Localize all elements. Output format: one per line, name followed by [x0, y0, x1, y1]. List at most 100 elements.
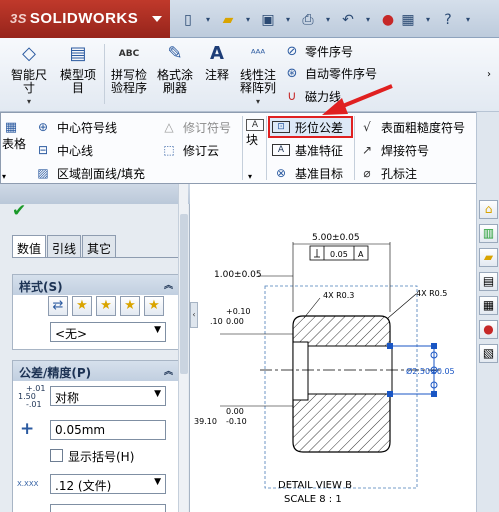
radius-note-2: 4X R0.5	[416, 289, 447, 298]
selection-handle[interactable]	[387, 343, 393, 349]
hole-callout-label: 孔标注	[381, 166, 418, 181]
selection-handle[interactable]	[431, 343, 437, 349]
collapse-arrow-icon[interactable]: ︽	[164, 364, 173, 377]
style-group-title: 样式(S)	[19, 280, 63, 294]
plus-value-input[interactable]: 0.05mm	[50, 420, 166, 440]
print-icon[interactable]: ⎙	[298, 11, 318, 29]
rebuild-traffic-light-icon[interactable]: ●	[378, 11, 398, 29]
help-dropdown-icon[interactable]: ▾	[458, 11, 478, 29]
options-dropdown-icon[interactable]: ▾	[418, 11, 438, 29]
show-parentheses-checkbox[interactable]	[50, 449, 63, 462]
area-hatch-icon: ▨	[37, 166, 49, 180]
save-style-icon[interactable]: ★	[120, 296, 140, 316]
tolerance-type-value: 对称	[55, 391, 80, 405]
drawing-canvas[interactable]: 5.00±0.05 0.05 A 1.00±0.05 4X R0.3 4X R0…	[190, 184, 476, 512]
centerline-icon: ⊟	[37, 143, 49, 157]
revision-cloud-icon: ⬚	[163, 143, 175, 157]
detail-view-drawing: 5.00±0.05 0.05 A 1.00±0.05 4X R0.3 4X R0…	[194, 233, 455, 505]
open-folder-icon[interactable]: ▰	[218, 11, 238, 29]
block-label: 块	[246, 133, 259, 147]
options-icon[interactable]: ▦	[398, 11, 418, 29]
smart-dimension-button[interactable]: ◇ 智能尺寸 ▾	[8, 42, 50, 108]
linear-note-pattern-button[interactable]: ᴬᴬᴬ 线性注释阵列 ▾	[236, 42, 280, 108]
ok-check-icon[interactable]: ✔	[12, 201, 26, 221]
datum-target-button[interactable]: ⊗ 基准目标	[272, 163, 343, 183]
undo-icon[interactable]: ↶	[338, 11, 358, 29]
quick-access-toolbar: ▯ ▾ ▰ ▾ ▣ ▾ ⎙ ▾ ↶ ▾ ● ▦ ▾ ? ▾	[178, 10, 478, 30]
tab-value[interactable]: 数值	[12, 235, 47, 257]
add-style-icon[interactable]: ★	[72, 296, 92, 316]
file-explorer-icon[interactable]: ▤	[479, 272, 498, 291]
tolerance-type-select[interactable]: 对称 ▼	[50, 386, 166, 406]
style-select[interactable]: <无> ▼	[50, 322, 166, 342]
center-mark-button[interactable]: ⊕ 中心符号线	[34, 117, 117, 137]
datum-feature-icon: A	[272, 144, 290, 156]
model-items-button[interactable]: ▤ 模型项目	[56, 42, 100, 95]
red-arrow-annotation	[322, 84, 393, 115]
tolerance-group-header[interactable]: 公差/精度(P) ︽	[13, 361, 179, 381]
load-style-icon[interactable]: ★	[144, 296, 164, 316]
area-hatch-button[interactable]: ▨ 区域剖面线/填充	[34, 163, 145, 183]
selection-handle[interactable]	[387, 391, 393, 397]
selection-handle[interactable]	[431, 391, 437, 397]
ribbon-scroll-right-icon[interactable]: ›	[482, 68, 496, 81]
help-icon[interactable]: ?	[438, 11, 458, 29]
scrollbar-thumb[interactable]	[180, 214, 188, 374]
table-button[interactable]: ▦ 表格	[2, 120, 26, 160]
left-top-dimension: 1.00±0.05	[214, 270, 262, 280]
leader-line	[387, 293, 417, 319]
apply-default-style-icon[interactable]: ⇄	[48, 296, 68, 316]
diameter-dimension[interactable]: Ø2.50±0.05	[406, 366, 455, 376]
view-palette-icon[interactable]: ▦	[479, 296, 498, 315]
design-library-icon[interactable]: ▰	[479, 248, 498, 267]
expand-panel-icon[interactable]: ‹	[190, 302, 198, 328]
print-dropdown-icon[interactable]: ▾	[318, 11, 338, 29]
block-dropdown-icon[interactable]: ▾	[248, 166, 252, 186]
centerline-button[interactable]: ⊟ 中心线	[34, 140, 93, 160]
collapse-arrow-icon[interactable]: ︽	[164, 278, 173, 291]
area-hatch-label: 区域剖面线/填充	[57, 166, 146, 181]
property-manager-scrollbar[interactable]	[178, 184, 188, 512]
delete-style-icon[interactable]: ★	[96, 296, 116, 316]
plus-value-text: 0.05mm	[55, 423, 106, 437]
revision-symbol-button[interactable]: △ 修订符号	[160, 117, 231, 137]
format-painter-button[interactable]: ✎ 格式涂刷器	[154, 42, 196, 95]
save-dropdown-icon[interactable]: ▾	[278, 11, 298, 29]
note-icon: A	[210, 43, 224, 64]
save-icon[interactable]: ▣	[258, 11, 278, 29]
new-dropdown-icon[interactable]: ▾	[198, 11, 218, 29]
linear-pattern-dropdown-icon[interactable]: ▾	[236, 95, 280, 108]
revision-symbol-label: 修订符号	[183, 120, 232, 135]
plus-icon: +	[20, 419, 35, 439]
home-icon[interactable]: ⌂	[479, 200, 498, 219]
open-dropdown-icon[interactable]: ▾	[238, 11, 258, 29]
tab-other[interactable]: 其它	[82, 235, 117, 257]
table-dropdown-icon[interactable]: ▾	[2, 166, 6, 186]
new-document-icon[interactable]: ▯	[178, 11, 198, 29]
weld-symbol-label: 焊接符号	[381, 143, 430, 158]
hole-callout-button[interactable]: ⌀ 孔标注	[358, 163, 417, 183]
next-select[interactable]	[50, 504, 166, 512]
custom-properties-icon[interactable]: ▧	[479, 344, 498, 363]
smart-dimension-dropdown-icon[interactable]: ▾	[8, 95, 50, 108]
resources-icon[interactable]: ▥	[479, 224, 498, 243]
tab-leaders[interactable]: 引线	[47, 235, 82, 257]
tolerance-type-sub: -.01	[26, 400, 42, 409]
surface-finish-label: 表面粗糙度符号	[381, 120, 466, 135]
solidworks-logo[interactable]: 3S SOLIDWORKS	[0, 0, 170, 38]
precision-select[interactable]: .12 (文件) ▼	[50, 474, 166, 494]
chevron-down-icon: ▼	[154, 477, 161, 487]
ribbon-separator	[104, 44, 105, 104]
datum-feature-button[interactable]: A 基准特征	[272, 140, 343, 160]
ds-brand-mark: 3S	[10, 11, 27, 26]
spell-check-button[interactable]: ABC 拼写检验程序	[108, 42, 150, 95]
weld-symbol-button[interactable]: ↗ 焊接符号	[358, 140, 429, 160]
revision-cloud-button[interactable]: ⬚ 修订云	[160, 140, 219, 160]
note-button[interactable]: A 注释	[202, 42, 232, 82]
undo-dropdown-icon[interactable]: ▾	[358, 11, 378, 29]
surface-finish-button[interactable]: √ 表面粗糙度符号	[358, 117, 465, 137]
style-group-header[interactable]: 样式(S) ︽	[13, 275, 179, 295]
balloon-button[interactable]: ⊘ 零件序号	[283, 43, 353, 60]
appearances-icon[interactable]: ●	[479, 320, 498, 339]
format-painter-icon: ✎	[167, 43, 183, 64]
